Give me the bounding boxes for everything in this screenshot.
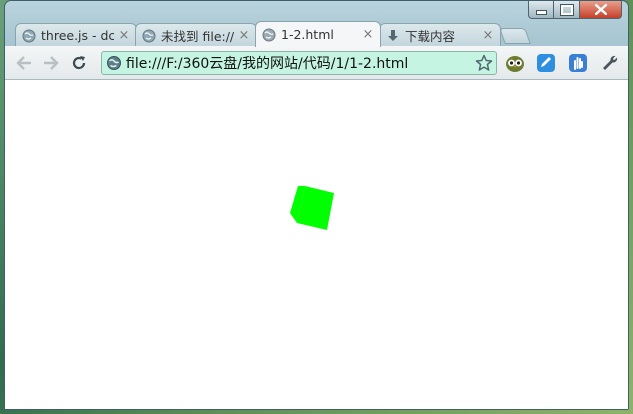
globe-icon bbox=[142, 29, 156, 42]
address-bar[interactable] bbox=[101, 51, 497, 75]
tab-close-icon[interactable]: × bbox=[238, 28, 250, 43]
tab-label: 下载内容 bbox=[405, 29, 456, 44]
new-tab-button[interactable] bbox=[499, 28, 531, 44]
tab-label: 1-2.html bbox=[281, 27, 334, 42]
page-info-globe-icon[interactable] bbox=[106, 55, 122, 71]
tab-close-icon[interactable]: × bbox=[482, 28, 494, 43]
page-viewport[interactable] bbox=[5, 80, 628, 409]
download-icon bbox=[388, 29, 398, 41]
back-button[interactable] bbox=[15, 54, 33, 72]
blue-hand-extension-icon[interactable] bbox=[568, 53, 588, 73]
owl-extension-icon[interactable] bbox=[505, 53, 525, 73]
wrench-icon[interactable] bbox=[600, 53, 620, 73]
minimize-button[interactable] bbox=[528, 1, 554, 19]
globe-icon bbox=[22, 29, 36, 42]
tab-downloads[interactable]: 下载内容 × bbox=[379, 23, 501, 47]
close-window-button[interactable] bbox=[580, 1, 622, 19]
tab-close-icon[interactable]: × bbox=[118, 28, 130, 43]
browser-toolbar bbox=[5, 46, 628, 80]
forward-arrow-icon bbox=[44, 56, 59, 70]
tab-active-1-2-html[interactable]: 1-2.html × bbox=[255, 21, 381, 47]
globe-icon bbox=[262, 28, 276, 41]
window-caption-buttons bbox=[528, 1, 622, 19]
blue-edit-extension-icon[interactable] bbox=[536, 53, 556, 73]
tab-label: 未找到 file:// bbox=[161, 29, 234, 44]
green-cube bbox=[290, 186, 334, 230]
star-icon[interactable] bbox=[475, 54, 493, 72]
tab-close-icon[interactable]: × bbox=[362, 27, 374, 42]
tab-threejs-docs[interactable]: three.js - dc × bbox=[15, 23, 137, 47]
maximize-button[interactable] bbox=[554, 1, 580, 19]
tab-label: three.js - dc bbox=[41, 28, 114, 43]
back-arrow-icon bbox=[16, 56, 31, 70]
reload-icon bbox=[72, 56, 86, 70]
webgl-scene[interactable] bbox=[5, 80, 628, 409]
address-input[interactable] bbox=[126, 53, 475, 73]
tab-not-found[interactable]: 未找到 file:// × bbox=[135, 23, 257, 47]
minimize-icon bbox=[535, 10, 547, 15]
maximize-icon bbox=[559, 3, 574, 16]
tab-strip: three.js - dc × 未找到 file:// × 1-2.html ×… bbox=[13, 21, 573, 47]
close-icon bbox=[594, 4, 607, 15]
reload-button[interactable] bbox=[70, 54, 88, 72]
forward-button[interactable] bbox=[42, 54, 60, 72]
browser-window: three.js - dc × 未找到 file:// × 1-2.html ×… bbox=[4, 0, 629, 410]
